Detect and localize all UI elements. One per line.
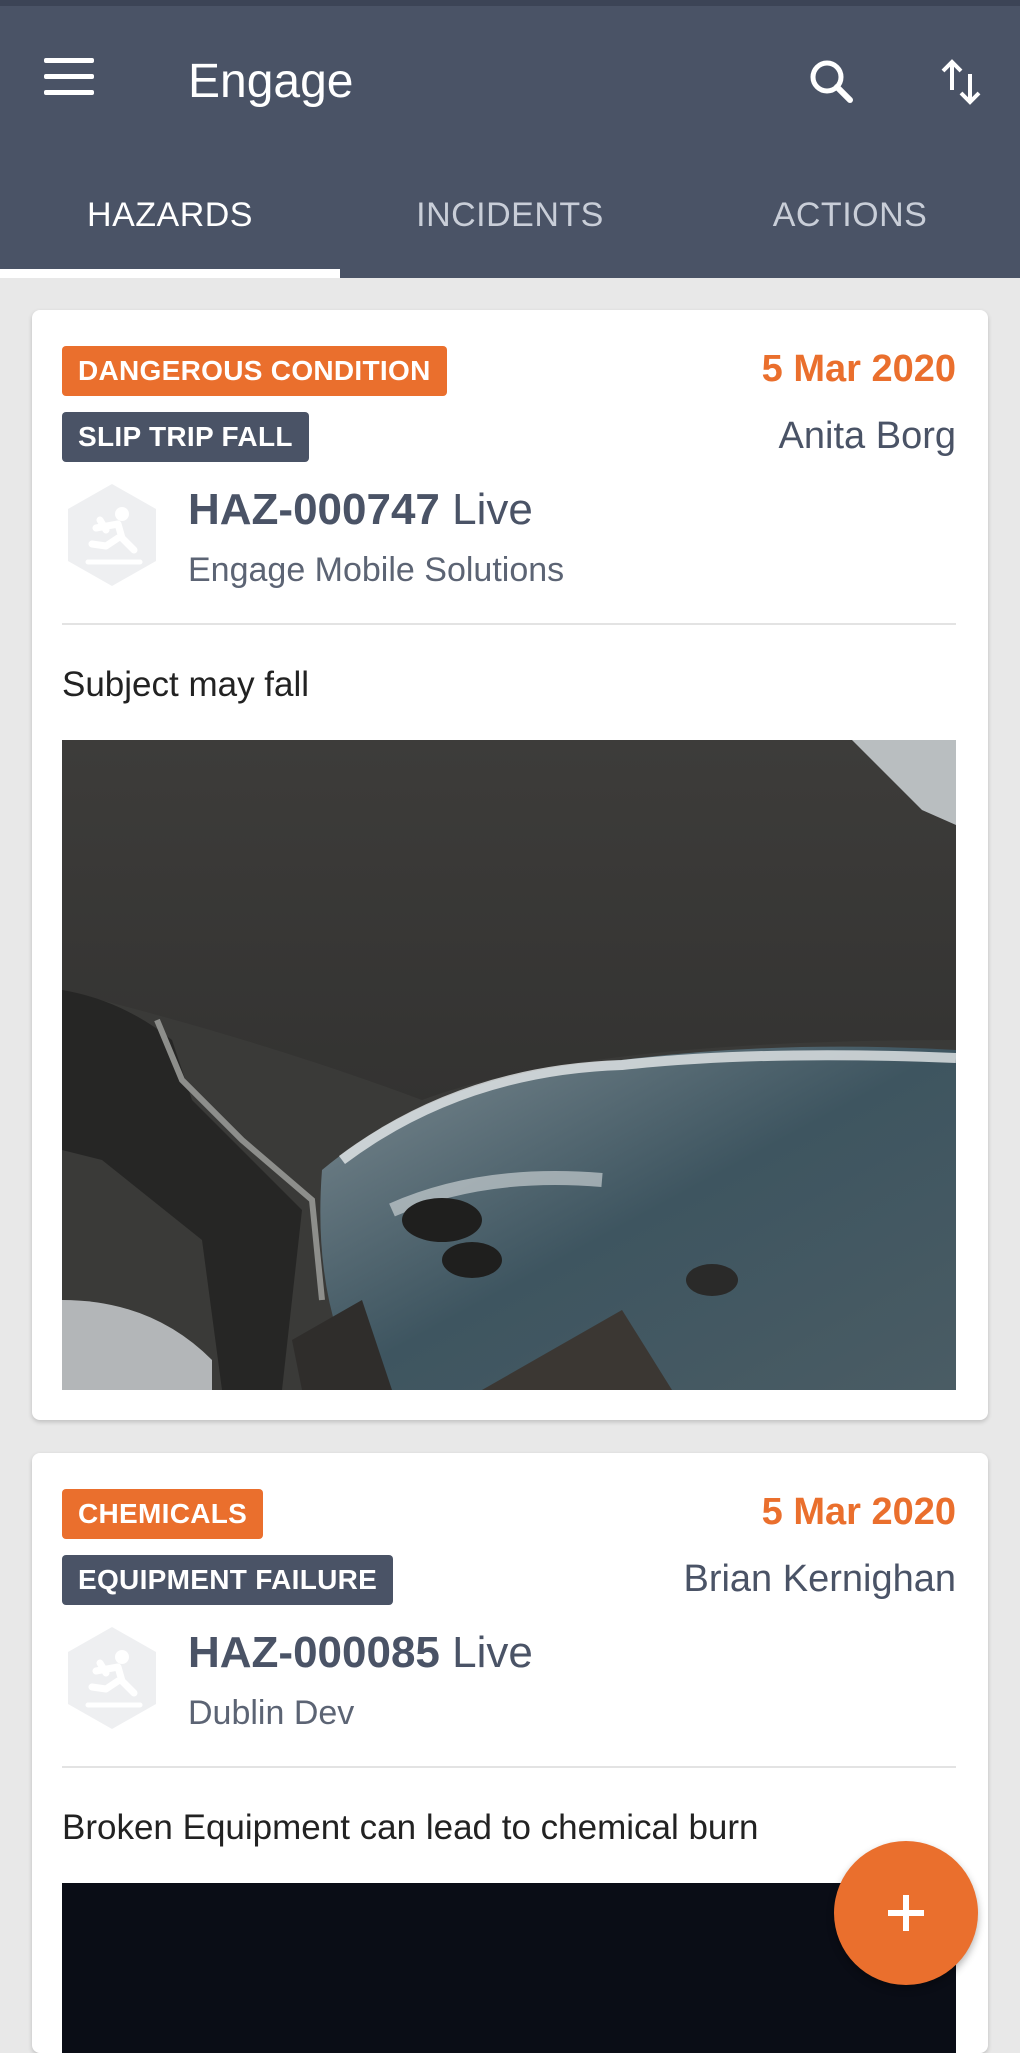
sort-arrows-icon [941, 59, 981, 105]
divider [62, 1766, 956, 1768]
slip-fall-hex-icon [68, 1627, 156, 1729]
tab-label: ACTIONS [772, 196, 928, 234]
hazard-organization: Dublin Dev [188, 1694, 355, 1732]
search-button[interactable] [800, 50, 864, 114]
sort-button[interactable] [928, 50, 992, 114]
hazard-description: Subject may fall [62, 665, 310, 704]
hazard-owner: Anita Borg [778, 415, 956, 457]
active-tab-indicator [0, 269, 340, 278]
coastal-cliff-photo[interactable] [62, 740, 956, 1390]
type-badge: EQUIPMENT FAILURE [62, 1555, 394, 1605]
app-bar: Engage HAZARDS INCIDENTS ACTIONS [0, 0, 1020, 278]
tab-label: HAZARDS [87, 196, 253, 234]
hazard-status: Live [452, 485, 533, 534]
add-hazard-button[interactable] [834, 1841, 978, 1985]
search-icon [810, 60, 853, 103]
hazard-card[interactable]: DANGEROUS CONDITION SLIP TRIP FALL 5 Mar… [32, 310, 988, 1420]
menu-button[interactable] [44, 58, 104, 108]
divider [62, 623, 956, 625]
type-badge: SLIP TRIP FALL [62, 412, 309, 462]
tab-label: INCIDENTS [416, 196, 604, 234]
hazard-date: 5 Mar 2020 [761, 348, 956, 390]
hazard-id: HAZ-000747 [188, 485, 440, 534]
hazard-owner: Brian Kernighan [683, 1558, 956, 1600]
hazard-date: 5 Mar 2020 [761, 1491, 956, 1533]
hazard-id: HAZ-000085 [188, 1628, 440, 1677]
slip-fall-hex-icon [68, 484, 156, 586]
category-badge: CHEMICALS [62, 1489, 264, 1539]
hazard-organization: Engage Mobile Solutions [188, 551, 565, 589]
tab-hazards[interactable]: HAZARDS [0, 160, 340, 278]
hazard-reference: HAZ-000747 Live [188, 482, 533, 538]
dark-photo[interactable] [62, 1883, 956, 2053]
hazard-status: Live [452, 1628, 533, 1677]
hamburger-menu-icon [44, 58, 94, 63]
tab-bar: HAZARDS INCIDENTS ACTIONS [0, 160, 1020, 278]
status-strip [0, 0, 1020, 6]
app-title: Engage [188, 55, 354, 108]
tab-actions[interactable]: ACTIONS [680, 160, 1020, 278]
category-badge: DANGEROUS CONDITION [62, 346, 447, 396]
hazard-reference: HAZ-000085 Live [188, 1625, 533, 1681]
tab-incidents[interactable]: INCIDENTS [340, 160, 680, 278]
hazard-card[interactable]: CHEMICALS EQUIPMENT FAILURE 5 Mar 2020 B… [32, 1453, 988, 2053]
hazard-description: Broken Equipment can lead to chemical bu… [62, 1808, 759, 1847]
